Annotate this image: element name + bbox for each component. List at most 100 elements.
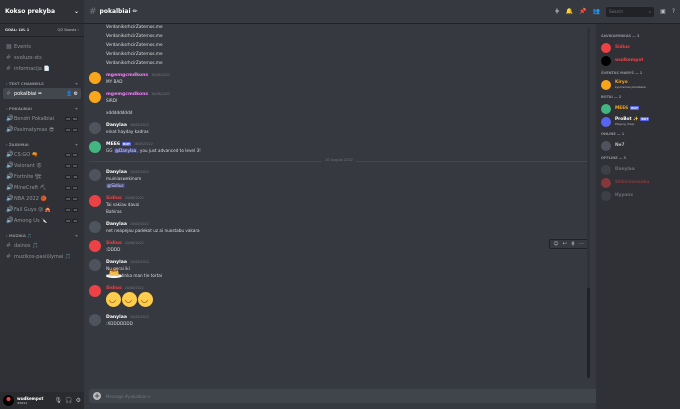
sidebar-channel[interactable]: # dainos 🎵	[3, 240, 81, 251]
channel-category[interactable]: › MUZIKA 🎵 +	[3, 231, 81, 240]
member-item[interactable]: Ne7	[601, 139, 675, 152]
member-item[interactable]: Kiryo kyuriamas pikaibaiai	[601, 78, 675, 91]
channel-category[interactable]: › ŽAIDIMAI +	[3, 140, 81, 149]
message-line: VerdaniksrhcirZaternos.me	[106, 51, 163, 56]
gear-icon[interactable]: ⚙	[74, 91, 78, 97]
avatar[interactable]	[601, 190, 611, 201]
microphone-icon[interactable]: 🎙	[55, 397, 63, 404]
user-mention[interactable]: @Sidius	[106, 183, 125, 188]
search-input[interactable]: Search ⌕	[606, 6, 655, 17]
sidebar-channel[interactable]: 🔊 Fortnite 🏗 00 16	[3, 171, 81, 182]
bot-badge: BOT	[630, 106, 640, 110]
sidebar-channel[interactable]: # pokalbiai ✏ 👤 ⚙	[3, 88, 81, 99]
threads-icon[interactable]: ⋕	[555, 8, 560, 15]
avatar[interactable]	[601, 103, 611, 114]
message-author[interactable]: Danylaa	[106, 315, 127, 320]
message-author[interactable]: mgemgcmdkons	[106, 92, 148, 97]
message-input[interactable]: + Message #pokalbiai ✏ 🎁 ▤ ▢ ☺	[89, 389, 675, 403]
avatar[interactable]	[89, 141, 101, 153]
message-author[interactable]: Danylaa	[106, 123, 127, 128]
sidebar-channel[interactable]: 🔊 Bendri Pokalbiai 00 80	[3, 113, 81, 124]
inbox-icon[interactable]: ▣	[660, 8, 666, 15]
scrollbar[interactable]	[587, 28, 590, 378]
message-author[interactable]: Danylaa	[106, 222, 127, 227]
sidebar-channel[interactable]: 🔊 Valorant 😡 00 00	[3, 160, 81, 171]
message-author[interactable]: Danylaa	[106, 260, 127, 265]
avatar[interactable]	[601, 177, 611, 188]
avatar[interactable]	[89, 72, 101, 84]
avatar[interactable]	[89, 195, 101, 207]
user-count: 00	[65, 207, 72, 212]
avatar[interactable]	[89, 314, 101, 326]
sidebar-channel[interactable]: 🔊 MineCraft ⛏ 00 00	[3, 182, 81, 193]
channel-category[interactable]: › TEXT CHANNELS +	[3, 79, 81, 88]
avatar[interactable]	[601, 79, 611, 90]
plus-icon[interactable]: +	[75, 81, 78, 86]
plus-icon[interactable]: +	[93, 392, 101, 400]
boost-progress-bar[interactable]: GOAL: LVL 1 0/2 Boosts ›	[0, 24, 84, 37]
sidebar-channel[interactable]: 🔊 CS:GO 🔫 00 00	[3, 149, 81, 160]
gear-icon[interactable]: ⚙	[76, 397, 81, 404]
sidebar-channel[interactable]: 🔊 Among Us 🔪 00 16	[3, 215, 81, 226]
member-item[interactable]: MEE6 BOT	[601, 102, 675, 115]
main-area: # pokalbiai ✏ ⋕ 🔔 📌 👥 Search ⌕ ▣ ? Verda…	[84, 0, 680, 409]
member-item[interactable]: Hyyonx	[601, 189, 675, 202]
help-icon[interactable]: ?	[672, 8, 675, 15]
category-name: › POKALBIAI	[6, 106, 32, 111]
message-author[interactable]: mgemgcmdkons	[106, 73, 148, 78]
server-header[interactable]: Kokso prekyba ⌄	[0, 0, 84, 24]
bell-icon[interactable]: 🔔	[566, 8, 573, 15]
avatar[interactable]	[89, 91, 101, 103]
member-item[interactable]: wudkempot	[601, 54, 675, 67]
sidebar-channel[interactable]: ▦ Events	[3, 41, 81, 52]
avatar[interactable]	[601, 164, 611, 175]
plus-icon[interactable]: +	[75, 142, 78, 147]
avatar[interactable]	[89, 221, 101, 233]
message-list[interactable]: VerdaniksrhcirZaternos.me VerdaniksrhcirZ…	[84, 24, 594, 382]
plus-icon[interactable]: +	[75, 233, 78, 238]
speaker-icon: 🔊	[6, 151, 14, 158]
message-author[interactable]: Sidius	[106, 286, 122, 291]
thread-icon[interactable]: ⋕	[571, 241, 575, 247]
avatar[interactable]	[601, 140, 611, 151]
chevron-down-icon[interactable]: ⌄	[74, 8, 79, 15]
add-member-icon[interactable]: 👤	[66, 91, 72, 97]
channel-category[interactable]: › POKALBIAI +	[3, 104, 81, 113]
members-icon[interactable]: 👥	[593, 8, 600, 15]
member-item[interactable]: Stiklcinnmaka	[601, 176, 675, 189]
plus-icon[interactable]: +	[75, 106, 78, 111]
user-mention[interactable]: @Danylaa	[113, 148, 138, 153]
avatar[interactable]	[601, 42, 611, 53]
avatar[interactable]	[89, 240, 101, 252]
message-author[interactable]: Danylaa	[106, 170, 127, 175]
reply-icon[interactable]: ↩	[563, 241, 567, 247]
message-author[interactable]: Sidius	[106, 196, 122, 201]
pin-icon[interactable]: 📌	[579, 8, 586, 15]
member-item[interactable]: Danylaa	[601, 163, 675, 176]
avatar[interactable]	[89, 285, 101, 297]
member-item[interactable]: Sidius	[601, 41, 675, 54]
member-item[interactable]: ProBot ✨ BOT Playing /help	[601, 115, 675, 128]
bot-badge: BOT	[640, 116, 650, 121]
more-icon[interactable]: ⋯	[579, 241, 584, 247]
sidebar-channel[interactable]: # svoluzx-sts	[3, 52, 81, 63]
avatar[interactable]	[89, 259, 101, 271]
avatar[interactable]	[3, 395, 14, 406]
message-author[interactable]: Sidius	[106, 241, 122, 246]
sidebar-channel[interactable]: 🔊 Pasimatymas 😎 00 00	[3, 124, 81, 135]
message-content: :XDDDDDDD	[106, 321, 133, 326]
add-reaction-icon[interactable]: ☺	[553, 241, 558, 247]
message-date: 16/08/2022	[151, 92, 171, 96]
sidebar-channel[interactable]: 🔊 Fall Guys 😜 🎪 00 16	[3, 204, 81, 215]
member-group-header: BOTAI — 2	[601, 95, 622, 99]
message-author[interactable]: MEE6	[106, 142, 120, 147]
avatar[interactable]	[89, 169, 101, 181]
headphones-icon[interactable]: 🎧	[65, 397, 72, 404]
avatar[interactable]	[601, 55, 611, 66]
avatar[interactable]	[601, 116, 611, 127]
sidebar-channel[interactable]: # muzikos-pasiūlymai 🎵	[3, 251, 81, 262]
avatar[interactable]	[89, 122, 101, 134]
sidebar-channel[interactable]: 🔊 NBA 2022 🏀 00 00	[3, 193, 81, 204]
scrollbar-thumb[interactable]	[587, 288, 590, 378]
sidebar-channel[interactable]: # informacija 📄	[3, 63, 81, 74]
